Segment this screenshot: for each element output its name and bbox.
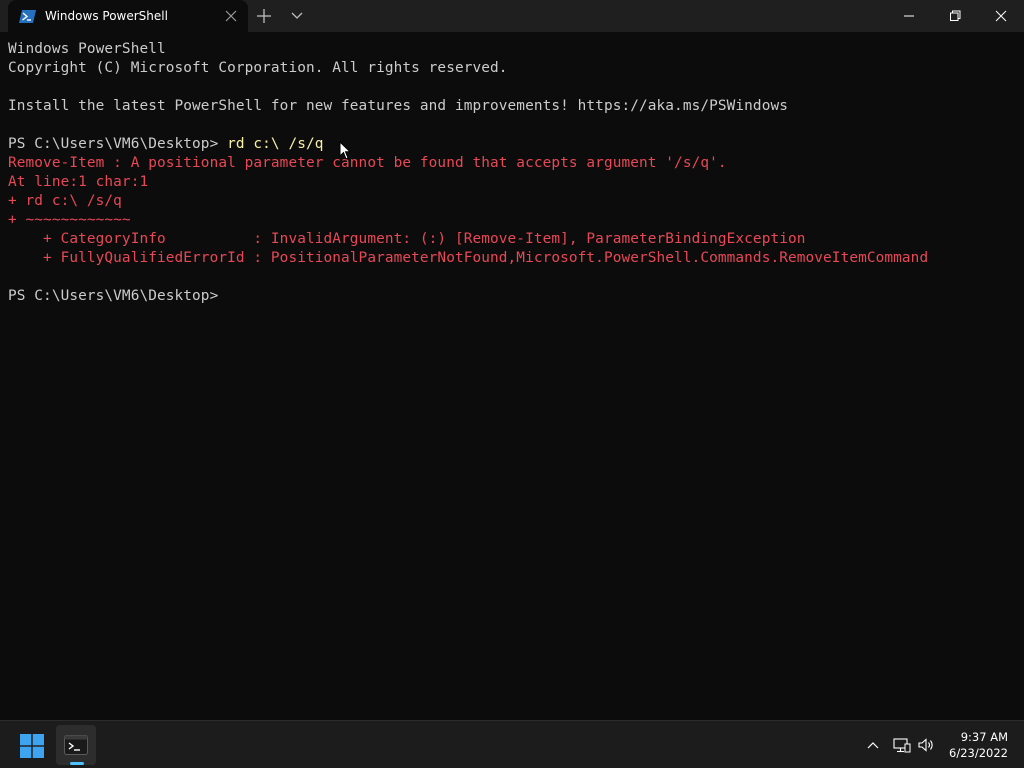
taskbar-clock[interactable]: 9:37 AM 6/23/2022 xyxy=(944,729,1008,761)
minimize-icon xyxy=(904,15,914,17)
terminal-app-icon xyxy=(64,735,88,755)
title-bar: Windows PowerShell xyxy=(0,0,1024,32)
clock-time: 9:37 AM xyxy=(960,730,1008,744)
terminal-output[interactable]: Windows PowerShell Copyright (C) Microso… xyxy=(0,32,1024,720)
mouse-cursor-icon xyxy=(339,141,351,160)
close-window-icon xyxy=(995,10,1007,22)
prompt-text: PS C:\Users\VM6\Desktop> xyxy=(8,136,228,152)
powershell-icon xyxy=(19,9,36,23)
error-line: + FullyQualifiedErrorId : PositionalPara… xyxy=(8,250,929,266)
new-tab-icon[interactable] xyxy=(256,8,272,24)
close-window-button[interactable] xyxy=(978,0,1024,32)
minimize-button[interactable] xyxy=(886,0,932,32)
maximize-button[interactable] xyxy=(932,0,978,32)
terminal-line: Install the latest PowerShell for new fe… xyxy=(8,98,788,114)
current-prompt-line[interactable]: PS C:\Users\VM6\Desktop> xyxy=(8,287,1016,306)
dropdown-chevron-icon[interactable] xyxy=(290,9,304,23)
error-line: + ~~~~~~~~~~~~ xyxy=(8,212,131,228)
taskbar-terminal-button[interactable] xyxy=(56,725,96,765)
command-text: rd c:\ /s/q xyxy=(227,136,324,152)
tray-chevron-icon[interactable] xyxy=(866,738,880,752)
error-line: Remove-Item : A positional parameter can… xyxy=(8,155,727,171)
network-icon[interactable] xyxy=(893,736,911,754)
close-tab-icon[interactable] xyxy=(224,9,238,23)
active-app-indicator xyxy=(70,762,84,765)
error-line: + rd c:\ /s/q xyxy=(8,193,122,209)
terminal-line: Windows PowerShell xyxy=(8,41,166,57)
tab-title: Windows PowerShell xyxy=(45,9,168,23)
error-line: At line:1 char:1 xyxy=(8,174,149,190)
terminal-line: Copyright (C) Microsoft Corporation. All… xyxy=(8,60,508,76)
maximize-icon xyxy=(950,10,961,21)
taskbar: 9:37 AM 6/23/2022 xyxy=(0,720,1024,768)
clock-date: 6/23/2022 xyxy=(949,746,1008,760)
error-line: + CategoryInfo : InvalidArgument: (:) [R… xyxy=(8,231,806,247)
tab-windows-powershell[interactable]: Windows PowerShell xyxy=(8,0,248,32)
terminal-prompt-line: PS C:\Users\VM6\Desktop> rd c:\ /s/q xyxy=(8,135,1016,154)
windows-start-icon[interactable] xyxy=(20,734,44,758)
volume-icon[interactable] xyxy=(917,736,935,754)
